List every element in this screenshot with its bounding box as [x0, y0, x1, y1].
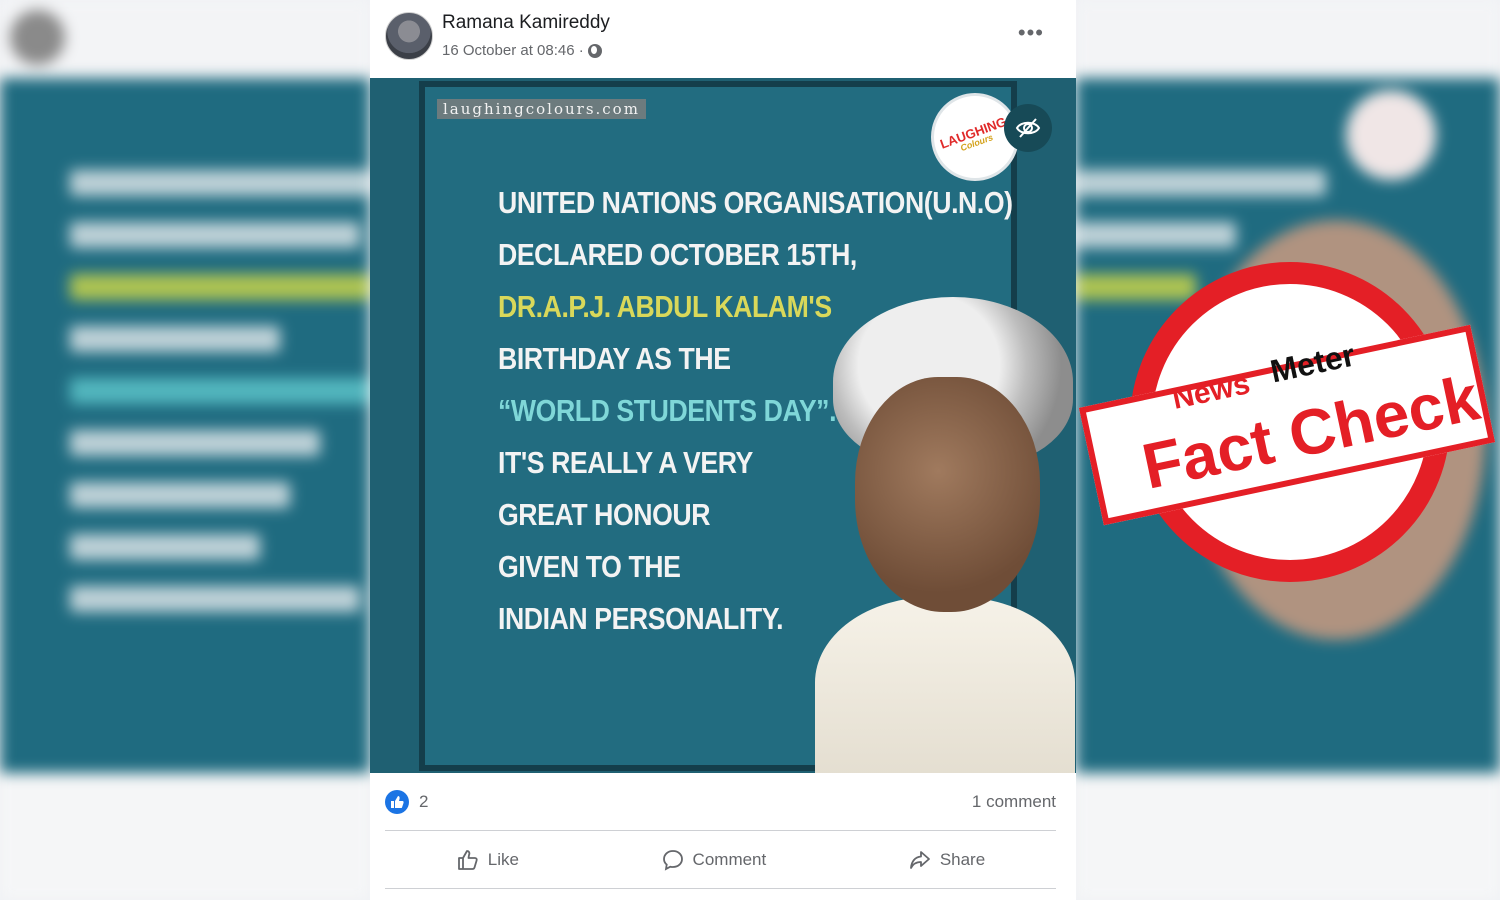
screenshot: Ramana Kamireddy 16 October at 08:46 · •… [0, 0, 1500, 900]
portrait-photo [815, 297, 1076, 773]
comment-button[interactable]: Comment [661, 848, 767, 872]
quote-line: declared October 15th, [498, 237, 857, 272]
facebook-post: Ramana Kamireddy 16 October at 08:46 · •… [370, 0, 1076, 900]
blurred-background-left [0, 0, 370, 900]
site-watermark: laughingcolours.com [437, 99, 646, 119]
thumbs-up-icon [385, 789, 409, 814]
post-timestamp[interactable]: 16 October at 08:46 · [442, 42, 584, 59]
share-button[interactable]: Share [908, 848, 985, 872]
like-label: Like [487, 849, 519, 869]
reactions-bar: 2 1 comment [370, 773, 1076, 831]
post-meta: 16 October at 08:46 · [442, 42, 602, 59]
globe-icon [587, 43, 602, 58]
more-options-button[interactable]: ••• [1018, 20, 1044, 46]
post-actions: Like Comment Share [385, 831, 1056, 889]
author-avatar[interactable] [385, 12, 433, 60]
like-summary[interactable]: 2 [385, 789, 429, 814]
quote-card: laughingcolours.com LAUGHING Colours Unit… [419, 81, 1075, 773]
post-image[interactable]: laughingcolours.com LAUGHING Colours Unit… [370, 78, 1076, 773]
hide-image-icon[interactable] [1004, 104, 1052, 152]
comment-icon [662, 849, 683, 871]
comment-count[interactable]: 1 comment [972, 792, 1056, 812]
author-name[interactable]: Ramana Kamireddy [442, 12, 610, 34]
thumbs-up-outline-icon [457, 849, 478, 870]
share-icon [909, 850, 930, 869]
share-label: Share [939, 849, 986, 869]
quote-line: United Nations Organisation(U.N.O) [498, 185, 1013, 220]
like-count: 2 [419, 791, 429, 811]
like-button[interactable]: Like [456, 848, 519, 872]
post-header: Ramana Kamireddy 16 October at 08:46 · •… [370, 0, 1076, 78]
comment-label: Comment [692, 849, 767, 869]
